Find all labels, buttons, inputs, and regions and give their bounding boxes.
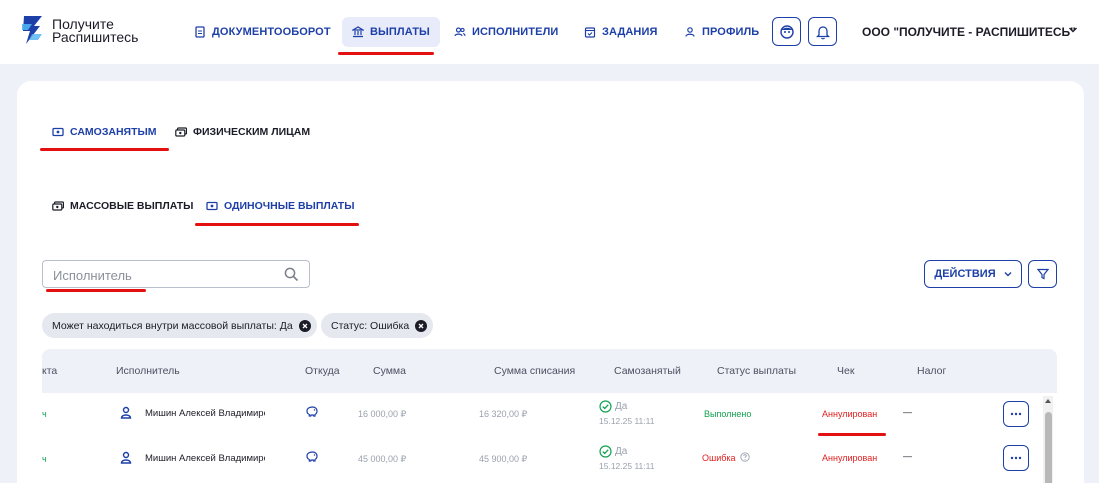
payout-status: Выполнено [704, 409, 752, 419]
nav-documents[interactable]: ДОКУМЕНТООБОРОТ [194, 17, 331, 47]
support-icon [779, 24, 794, 39]
row-menu-button[interactable] [1003, 445, 1029, 471]
tab-single-payouts[interactable]: ОДИНОЧНЫЕ ВЫПЛАТЫ [206, 200, 355, 212]
highlight-underline [818, 433, 886, 436]
nav-label: ЗАДАНИЯ [602, 26, 658, 38]
scroll-up-icon[interactable] [1044, 398, 1052, 404]
company-selector[interactable]: ООО "ПОЛУЧИТЕ - РАСПИШИТЕСЬ" [862, 25, 1076, 39]
help-icon[interactable] [740, 452, 750, 462]
executor-name[interactable]: Мишин Алексей Владимирович [145, 408, 265, 419]
notifications-button[interactable] [808, 17, 837, 46]
amount: 16 000,00 ₽ [358, 409, 407, 419]
users-icon [454, 26, 466, 38]
tab-label: ФИЗИЧЕСКИМ ЛИЦАМ [193, 126, 311, 138]
table-row[interactable]: ч Мишин Алексей Владимирович 16 000,00 ₽… [42, 393, 1042, 437]
tab-label: САМОЗАНЯТЫМ [70, 126, 157, 138]
brand-logo[interactable]: Получите Распишитесь [20, 14, 160, 50]
tab-label: МАССОВЫЕ ВЫПЛАТЫ [70, 200, 194, 212]
self-employed-date: 15.12.25 11:11 [599, 416, 655, 426]
self-employed-date: 15.12.25 11:11 [599, 461, 655, 471]
nav-executors[interactable]: ИСПОЛНИТЕЛИ [454, 17, 558, 47]
column-header[interactable]: Чек [837, 365, 854, 377]
filter-button[interactable] [1028, 260, 1057, 288]
check-status[interactable]: Аннулирован [822, 409, 877, 419]
cash-stack-icon [52, 201, 64, 211]
more-horizontal-icon [1010, 412, 1022, 416]
top-header: Получите Распишитесь ДОКУМЕНТООБОРОТ ВЫП… [0, 0, 1099, 64]
user-icon [684, 26, 696, 38]
user-icon [120, 406, 132, 419]
chip-label: Может находиться внутри массовой выплаты… [52, 319, 293, 332]
nav-label: ВЫПЛАТЫ [370, 26, 430, 38]
filter-chip-status[interactable]: Статус: Ошибка [321, 313, 434, 338]
table-row[interactable]: ч Мишин Алексей Владимирович 45 000,00 ₽… [42, 438, 1042, 482]
highlight-underline [338, 52, 434, 55]
column-header[interactable]: Сумма [373, 365, 406, 377]
cash-icon [206, 201, 218, 211]
nav-tasks[interactable]: ЗАДАНИЯ [584, 17, 657, 47]
piggy-bank-icon [306, 451, 318, 462]
column-header[interactable]: Исполнитель [116, 365, 180, 377]
executor-search[interactable] [42, 260, 310, 288]
user-icon [120, 451, 132, 464]
executor-name[interactable]: Мишин Алексей Владимирович [145, 453, 265, 464]
nav-payouts[interactable]: ВЫПЛАТЫ [342, 17, 440, 47]
nav-label: ИСПОЛНИТЕЛИ [472, 26, 559, 38]
tab-individuals[interactable]: ФИЗИЧЕСКИМ ЛИЦАМ [175, 126, 310, 138]
actions-label: ДЕЙСТВИЯ [934, 268, 996, 280]
chevron-down-icon[interactable] [1068, 26, 1078, 34]
close-icon[interactable] [298, 319, 311, 332]
column-header[interactable]: Откуда [305, 365, 340, 377]
nav-profile[interactable]: ПРОФИЛЬ [684, 17, 759, 47]
tab-mass-payouts[interactable]: МАССОВЫЕ ВЫПЛАТЫ [52, 200, 193, 212]
search-input[interactable] [53, 266, 273, 284]
bell-icon [815, 25, 830, 39]
amount: 45 000,00 ₽ [358, 454, 407, 464]
cash-stack-icon [175, 127, 187, 137]
debit-amount: 16 320,00 ₽ [479, 409, 528, 419]
column-header: кта [42, 365, 58, 377]
filter-icon [1036, 268, 1049, 280]
calendar-icon [584, 26, 596, 38]
tab-label: ОДИНОЧНЫЕ ВЫПЛАТЫ [224, 200, 355, 212]
highlight-underline [46, 289, 146, 292]
column-header[interactable]: Самозанятый [614, 365, 681, 377]
row-menu-button[interactable] [1003, 401, 1029, 427]
scrollbar-thumb[interactable] [1045, 412, 1052, 483]
self-employed-flag: Да [615, 446, 628, 457]
debit-amount: 45 900,00 ₽ [479, 454, 528, 464]
chip-label: Статус: Ошибка [331, 319, 410, 332]
brand-name: Получите Распишитесь [52, 16, 139, 45]
column-header[interactable]: Сумма списания [494, 365, 575, 377]
logo-mark-icon [22, 16, 42, 44]
column-header[interactable]: Статус выплаты [717, 365, 796, 377]
bank-icon [352, 26, 364, 38]
actions-button[interactable]: ДЕЙСТВИЯ [924, 260, 1022, 288]
close-icon[interactable] [415, 319, 428, 332]
tax-value: — [903, 451, 912, 461]
check-circle-icon [599, 400, 612, 413]
row-lead: ч [42, 454, 47, 464]
self-employed-flag: Да [615, 401, 628, 412]
check-status[interactable]: Аннулирован [822, 453, 877, 463]
table-header: кта Исполнитель Откуда Сумма Сумма списа… [42, 349, 1057, 393]
chevron-down-icon [1004, 271, 1012, 277]
search-icon[interactable] [284, 267, 299, 282]
tab-self-employed[interactable]: САМОЗАНЯТЫМ [52, 126, 157, 138]
cash-icon [52, 127, 64, 137]
more-horizontal-icon [1010, 456, 1022, 460]
nav-label: ПРОФИЛЬ [702, 26, 760, 38]
document-icon [194, 26, 206, 38]
check-circle-icon [599, 445, 612, 458]
support-button[interactable] [772, 17, 801, 46]
row-lead: ч [42, 409, 47, 419]
nav-label: ДОКУМЕНТООБОРОТ [212, 26, 331, 38]
highlight-underline [195, 223, 359, 226]
payout-status: Ошибка [702, 453, 736, 463]
tax-value: — [903, 407, 912, 417]
highlight-underline [40, 148, 169, 151]
filter-chip-mass[interactable]: Может находиться внутри массовой выплаты… [42, 313, 317, 338]
piggy-bank-icon [306, 406, 318, 417]
column-header[interactable]: Налог [917, 365, 946, 377]
